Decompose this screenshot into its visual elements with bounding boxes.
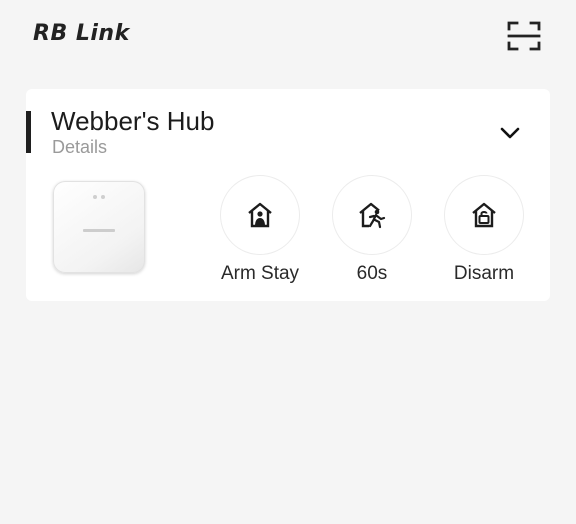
hub-name: Webber's Hub [51, 106, 215, 136]
arm-away-button[interactable]: 60s [332, 175, 412, 285]
home-unlock-icon [472, 202, 496, 228]
accent-bar [26, 111, 31, 153]
hub-device-image [53, 181, 145, 273]
scan-button[interactable] [506, 20, 542, 52]
disarm-label: Disarm [453, 263, 515, 284]
home-leave-icon [359, 202, 386, 229]
details-link[interactable]: Details [52, 137, 107, 158]
app-header: RB Link [0, 0, 576, 70]
arm-stay-label: Arm Stay [220, 263, 300, 284]
scan-icon [507, 21, 541, 51]
arm-stay-button[interactable]: Arm Stay [220, 175, 300, 285]
hub-card: Webber's Hub Details Arm Stay 60s Disarm [26, 89, 550, 301]
app-logo: RB Link [33, 21, 130, 46]
chevron-down-icon [500, 127, 520, 139]
disarm-button[interactable]: Disarm [444, 175, 524, 285]
expand-button[interactable] [498, 121, 522, 145]
home-person-icon [248, 202, 272, 228]
exit-delay-label: 60s [356, 263, 388, 284]
